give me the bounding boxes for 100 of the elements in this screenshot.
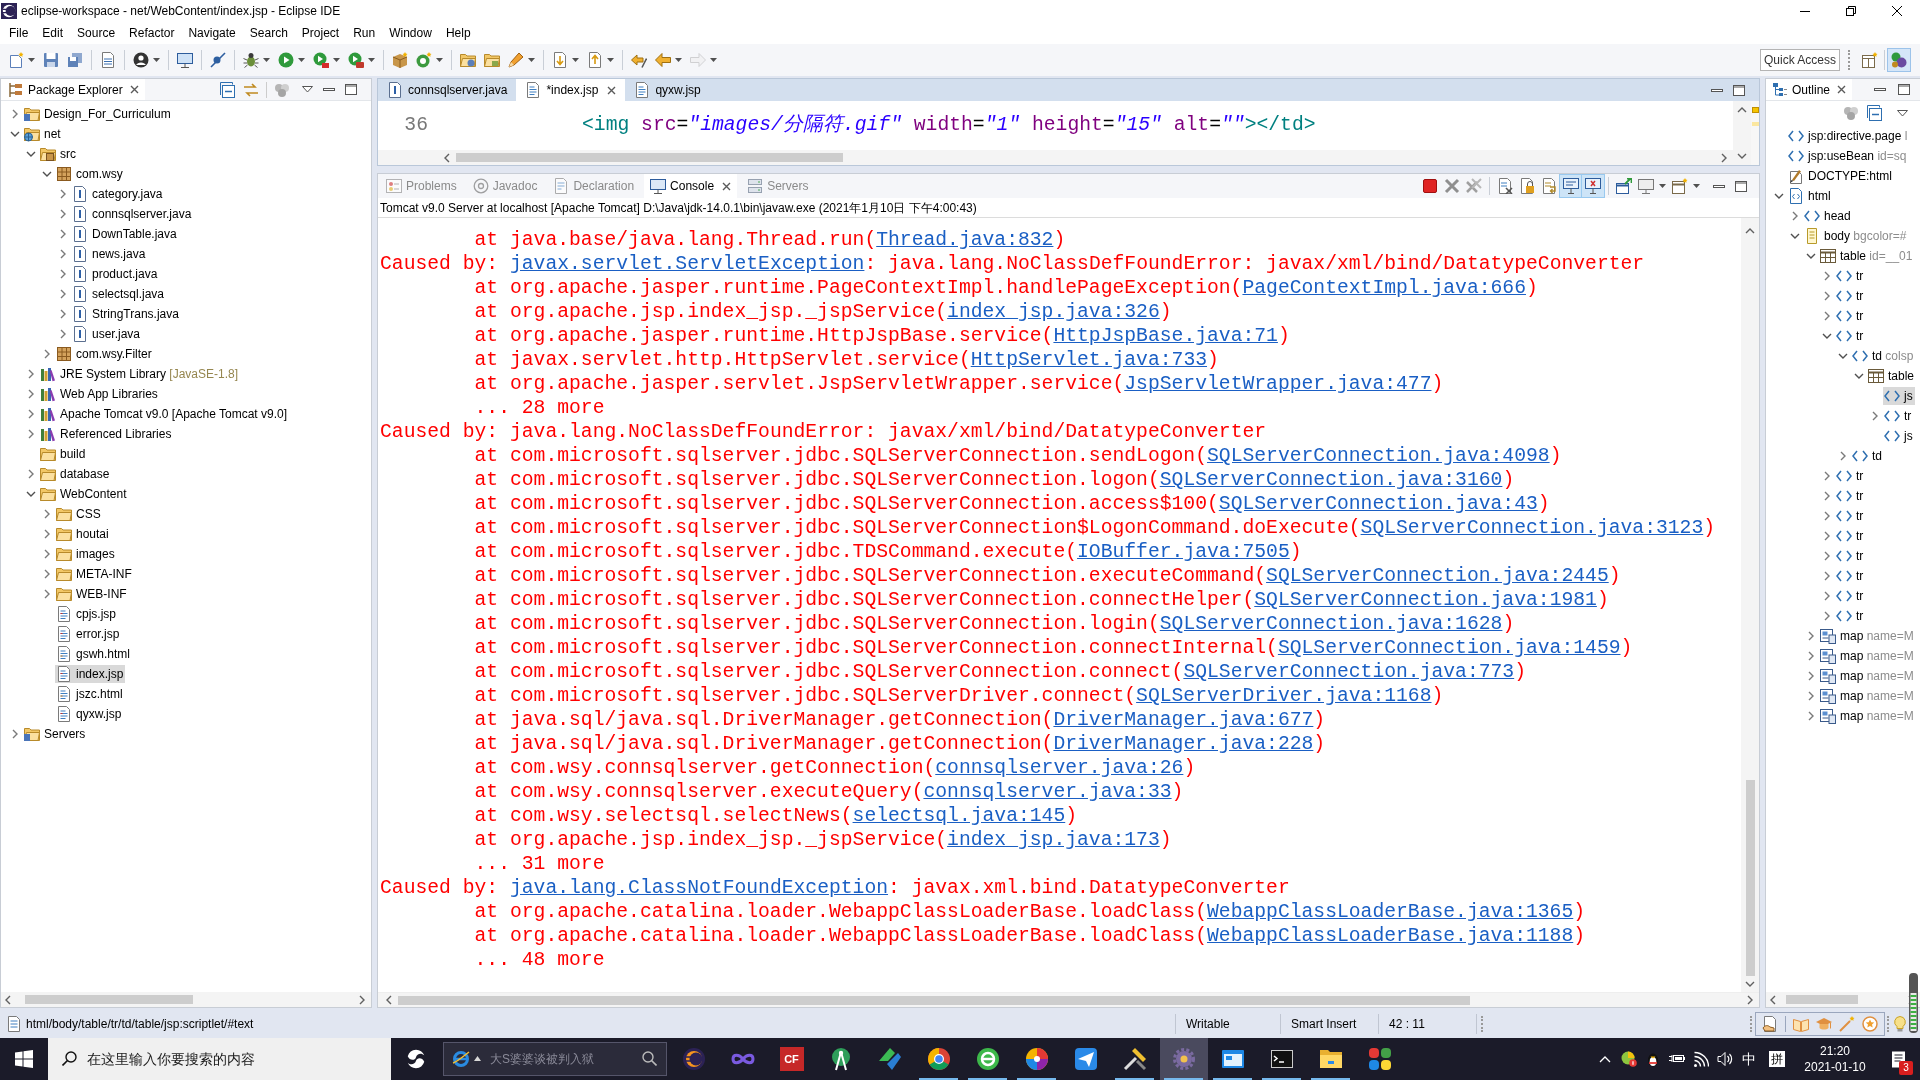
caret-down-icon[interactable]	[333, 58, 340, 62]
stack-trace-link[interactable]: WebappClassLoaderBase.java:1188	[1207, 925, 1574, 947]
chevron-down-icon[interactable]	[10, 131, 20, 137]
tree-item[interactable]: Servers	[23, 725, 88, 743]
tree-item[interactable]: category.java	[71, 185, 165, 203]
windows-logo-icon[interactable]	[15, 1050, 33, 1068]
tree-item[interactable]: houtai	[55, 525, 111, 543]
beans-icon[interactable]	[1888, 49, 1910, 71]
close-icon[interactable]	[1892, 6, 1902, 16]
chevron-down-icon[interactable]	[1790, 233, 1800, 239]
chevron-right-icon[interactable]	[1808, 651, 1814, 661]
circle-icon[interactable]	[975, 1047, 1000, 1071]
tree-item[interactable]: DOCTYPE:html	[1787, 167, 1894, 185]
maximize-icon[interactable]	[1733, 84, 1745, 96]
tree-item[interactable]: jsp:useBean id=sq	[1787, 147, 1909, 165]
tree-item[interactable]: map name=M	[1819, 707, 1916, 725]
chevron-down-icon[interactable]	[1806, 253, 1816, 259]
tree-item[interactable]: error.jsp	[55, 625, 122, 643]
scrollbar-thumb[interactable]	[1745, 780, 1755, 976]
scrollbar-thumb[interactable]	[398, 995, 1470, 1005]
tree-item[interactable]: table id=__01	[1819, 247, 1915, 265]
caret-down-icon[interactable]	[263, 58, 270, 62]
scroll-left-icon[interactable]	[444, 152, 450, 163]
collapse-all-icon[interactable]	[1867, 105, 1883, 121]
chevron-right-icon[interactable]	[1824, 471, 1830, 481]
tree-item[interactable]: user.java	[71, 325, 143, 343]
pinwheel-icon[interactable]	[1024, 1047, 1049, 1071]
stack-trace-link[interactable]: SQLServerDriver.java:1168	[1136, 685, 1432, 707]
paper-plane-icon[interactable]	[1073, 1047, 1098, 1071]
restore-icon[interactable]	[1846, 6, 1856, 16]
menu-item[interactable]: Help	[438, 24, 478, 42]
scrollbar-thumb[interactable]	[25, 995, 193, 1004]
scroll-right-icon[interactable]	[1747, 995, 1753, 1005]
minimize-icon[interactable]	[1713, 184, 1725, 188]
menu-item[interactable]: Project	[294, 24, 347, 42]
stack-trace-link[interactable]: SQLServerConnection.java:3160	[1159, 469, 1503, 491]
tree-item[interactable]: tr	[1835, 507, 1866, 525]
speaker-icon[interactable]	[1717, 1051, 1733, 1067]
tricolor-ring-icon[interactable]	[926, 1047, 951, 1071]
tree-item[interactable]: build	[39, 445, 88, 463]
caret-down-icon[interactable]	[368, 58, 375, 62]
tree-item[interactable]: js	[1883, 427, 1915, 445]
tree-item[interactable]: com.wsy	[55, 165, 125, 183]
menu-item[interactable]: File	[2, 24, 36, 42]
tree-item[interactable]: jsp:directive.page l	[1787, 127, 1910, 145]
tree-item[interactable]: database	[39, 465, 112, 483]
chevron-right-icon[interactable]	[60, 229, 66, 239]
clear-document-icon[interactable]	[1497, 178, 1513, 194]
tree-item[interactable]: Apache Tomcat v9.0 [Apache Tomcat v9.0]	[39, 405, 290, 423]
chevron-right-icon[interactable]	[28, 469, 34, 479]
chevron-right-icon[interactable]	[1840, 451, 1846, 461]
tree-item[interactable]: jszc.html	[55, 685, 125, 703]
stack-trace-link[interactable]: WebappClassLoaderBase.java:1365	[1207, 901, 1574, 923]
chevron-right-icon[interactable]	[60, 329, 66, 339]
tree-item[interactable]: map name=M	[1819, 687, 1916, 705]
chevron-up-icon[interactable]	[1599, 1055, 1611, 1063]
tree-item[interactable]: tr	[1835, 467, 1866, 485]
chevron-down-icon[interactable]	[1838, 353, 1848, 359]
stack-trace-link[interactable]: SQLServerConnection.java:2445	[1266, 565, 1609, 587]
chevron-right-icon[interactable]	[44, 569, 50, 579]
chevron-down-icon[interactable]	[1822, 333, 1832, 339]
stack-trace-link[interactable]: JspServletWrapper.java:477	[1124, 373, 1432, 395]
tree-item[interactable]: com.wsy.Filter	[55, 345, 154, 363]
window-icon[interactable]	[1220, 1047, 1245, 1071]
tree-item[interactable]: WebContent	[39, 485, 129, 503]
tree-item[interactable]: src	[39, 145, 78, 163]
chevron-right-icon[interactable]	[60, 209, 66, 219]
chevron-down-icon[interactable]	[42, 171, 52, 177]
view-menu-icon[interactable]	[302, 86, 313, 93]
menu-item[interactable]: Edit	[35, 24, 71, 42]
search-field[interactable]: 在这里输入你要搜索的内容	[48, 1038, 391, 1080]
terminal-icon[interactable]	[1269, 1047, 1294, 1071]
document-lines-icon[interactable]	[100, 52, 116, 68]
chevron-right-icon[interactable]	[28, 409, 34, 419]
chevron-right-icon[interactable]	[1824, 491, 1830, 501]
star-circle-icon[interactable]	[1862, 1016, 1878, 1032]
chevron-right-icon[interactable]	[1824, 591, 1830, 601]
minimize-icon[interactable]	[1711, 88, 1723, 92]
quick-access-field[interactable]: Quick Access	[1760, 49, 1840, 71]
tree-item[interactable]: tr	[1835, 267, 1866, 285]
caret-down-icon[interactable]	[28, 58, 35, 62]
chevron-right-icon[interactable]	[1808, 711, 1814, 721]
monitor-icon[interactable]	[1638, 178, 1654, 194]
caret-down-icon[interactable]	[153, 58, 160, 62]
tree-item[interactable]: connsqlserver.java	[71, 205, 194, 223]
chevron-right-icon[interactable]	[1824, 291, 1830, 301]
caret-down-icon[interactable]	[436, 58, 443, 62]
maximize-icon[interactable]	[1735, 180, 1747, 192]
view-tab[interactable]: Console	[644, 174, 738, 198]
tree-item[interactable]: gswh.html	[55, 645, 133, 663]
chevron-down-icon[interactable]	[1774, 193, 1784, 199]
stack-trace-link[interactable]: HttpJspBase.java:71	[1053, 325, 1278, 347]
caret-down-icon[interactable]	[528, 58, 535, 62]
gear-icon[interactable]	[1159, 1038, 1208, 1080]
tree-item[interactable]: Referenced Libraries	[39, 425, 174, 443]
tree-item[interactable]: tr	[1835, 547, 1866, 565]
chevron-right-icon[interactable]	[28, 369, 34, 379]
chevron-right-icon[interactable]	[1808, 671, 1814, 681]
tree-item[interactable]: qyxw.jsp	[55, 705, 124, 723]
tree-item[interactable]: tr	[1835, 307, 1866, 325]
